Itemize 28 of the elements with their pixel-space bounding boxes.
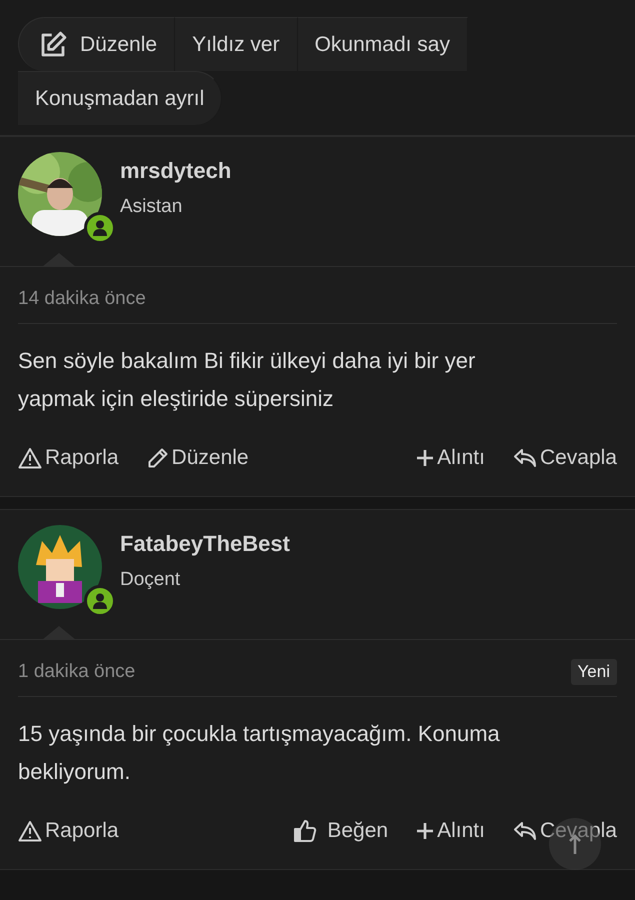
new-badge: Yeni [570,659,617,685]
quote-link[interactable]: Alıntı [416,446,485,470]
user-role: Doçent [120,569,182,591]
post-body: 15 yaşında bir çocukla tartışmayacağım. Konuma bekliyorum. [18,720,501,786]
plus-icon [416,822,434,840]
report-link[interactable]: Raporla [18,819,119,843]
report-link[interactable]: Raporla [18,446,119,470]
like-link[interactable]: Beğen [293,819,388,843]
toolbar-button[interactable]: Konuşmadan ayrıl [18,71,222,125]
thumbs-up-icon [293,819,318,843]
reply-icon [512,447,537,469]
user-role: Asistan [120,196,184,218]
toolbar-button[interactable]: Yıldız ver [175,17,298,71]
warning-icon [18,447,42,469]
pencil-icon [146,447,169,469]
post-time: 1 dakika önce [18,661,136,683]
author-name[interactable]: mrsdytech [120,158,232,184]
warning-icon [18,820,42,842]
edit-link[interactable]: Düzenle [146,446,249,470]
post-time: 14 dakika önce [18,288,146,310]
author-name[interactable]: FatabeyTheBest [120,531,290,557]
toolbar-button[interactable]: Düzenle [18,17,176,71]
plus-icon [416,449,434,467]
toolbar-button[interactable]: Okunmadı say [298,17,468,71]
reply-icon [512,820,537,842]
quote-link[interactable]: Alıntı [416,819,485,843]
reply-link[interactable]: Cevapla [512,446,617,470]
post-body: Sen söyle bakalım Bi fikir ülkeyi daha iyi bir yer yapmak için eleştiride süpersiniz [18,347,476,413]
